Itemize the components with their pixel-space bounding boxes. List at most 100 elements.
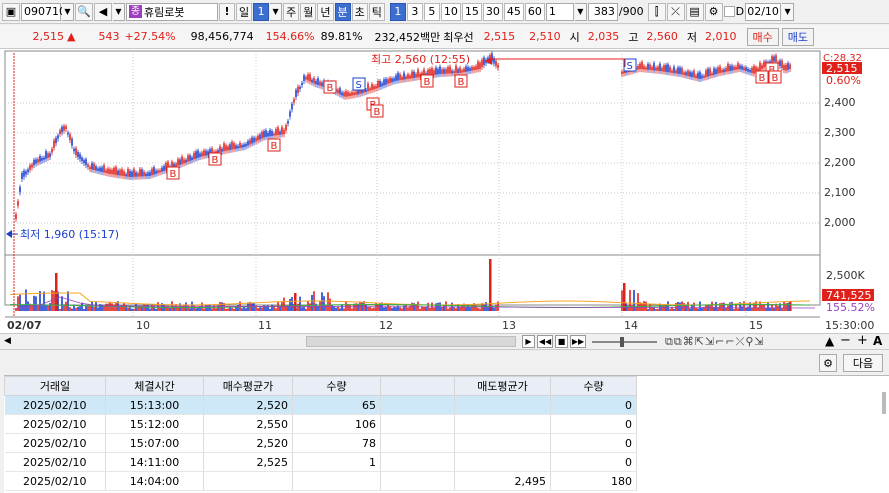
header-buy-avg[interactable]: 매수평균가 xyxy=(203,376,293,396)
candle-body xyxy=(681,68,683,75)
table-row[interactable]: 2025/02/10 14:11:00 2,525 1 0 xyxy=(4,452,882,472)
volume-bar xyxy=(679,302,681,311)
volume-bar xyxy=(195,308,197,311)
date-dropdown[interactable]: ▼ xyxy=(782,2,795,21)
volume-bar xyxy=(323,296,325,311)
header-sell-avg[interactable]: 매도평균가 xyxy=(454,376,551,396)
candle-body xyxy=(657,66,659,71)
volume-bar xyxy=(467,304,469,311)
alert-button[interactable]: ! xyxy=(219,2,235,21)
volume-bar xyxy=(637,293,639,311)
candle-body xyxy=(417,69,419,78)
sell-button[interactable]: 매도 xyxy=(781,27,815,46)
scroll-left-icon[interactable]: ◀ xyxy=(4,336,11,346)
volume-bar xyxy=(419,308,421,311)
period-count-dropdown[interactable]: ▼ xyxy=(270,2,283,21)
candle-body xyxy=(91,163,93,170)
minute-45-button[interactable]: 45 xyxy=(503,2,524,21)
save-icon[interactable]: ▤ xyxy=(685,2,704,21)
header-trade-date[interactable]: 거래일 xyxy=(4,376,106,396)
buy-button[interactable]: 매수 xyxy=(746,27,779,46)
zoom-out-button[interactable]: − xyxy=(840,333,851,348)
period-second-button[interactable]: 초 xyxy=(351,2,368,21)
minute-30-button[interactable]: 30 xyxy=(482,2,503,21)
collapse-icon[interactable]: ▲ xyxy=(825,334,834,348)
candle-body xyxy=(675,70,677,74)
candle-body xyxy=(665,64,667,72)
header-exec-time[interactable]: 체결시간 xyxy=(105,376,204,396)
settings-gear-icon[interactable]: ⚙ xyxy=(819,354,837,372)
volume-bar xyxy=(391,308,393,311)
table-row[interactable]: 2025/02/10 15:07:00 2,520 78 0 xyxy=(4,433,882,453)
stock-name-field[interactable]: 종 휴림로봇 xyxy=(126,2,218,21)
period-count[interactable]: 1 xyxy=(253,2,270,21)
stock-code-dropdown[interactable]: ▼ xyxy=(62,2,74,21)
header-blank xyxy=(380,376,455,396)
candle-body xyxy=(401,77,403,80)
volume-bar xyxy=(311,294,313,311)
volume-bar xyxy=(681,301,683,311)
speaker-dropdown[interactable]: ▼ xyxy=(113,2,125,21)
period-month-button[interactable]: 월 xyxy=(300,2,317,21)
minute-1-button[interactable]: 1 xyxy=(389,2,406,21)
interval-dropdown[interactable]: ▼ xyxy=(574,2,587,21)
buy-marker-label: B xyxy=(271,141,278,152)
minute-10-button[interactable]: 10 xyxy=(440,2,461,21)
volume-tick-2500k: 2,500K xyxy=(826,269,865,282)
candle-type-icon[interactable]: ⫿ xyxy=(647,2,666,21)
period-tick-button[interactable]: 틱 xyxy=(368,2,385,21)
drawing-tools-icon[interactable]: ⧉⧉⌘⇱⇲⌐⌐⤫⚲⇲ xyxy=(665,335,765,349)
candle-body xyxy=(117,170,119,176)
speed-slider[interactable] xyxy=(592,341,657,343)
volume-bar xyxy=(275,308,277,311)
table-row[interactable]: 2025/02/10 15:13:00 2,520 65 0 xyxy=(4,395,882,415)
minute-3-button[interactable]: 3 xyxy=(406,2,423,21)
date-checkbox[interactable] xyxy=(723,6,735,17)
candle-body xyxy=(759,62,761,71)
candle-body xyxy=(149,172,151,176)
play-right-icon[interactable]: ▶ xyxy=(522,335,535,348)
search-icon[interactable]: 🔍 xyxy=(75,2,93,21)
volume-bar xyxy=(233,308,235,311)
candle-body xyxy=(59,130,61,134)
header-buy-qty[interactable]: 수량 xyxy=(292,376,381,396)
table-row[interactable]: 2025/02/10 14:04:00 2,495 180 xyxy=(4,471,882,491)
volume-bar xyxy=(387,304,389,311)
count-input[interactable]: 383 xyxy=(587,2,618,21)
header-sell-qty[interactable]: 수량 xyxy=(550,376,637,396)
candle-body xyxy=(431,68,433,76)
indicator-icon[interactable]: ⤫ xyxy=(666,2,685,21)
forward-icon[interactable]: ▶▶ xyxy=(570,335,586,348)
stop-icon[interactable]: ■ xyxy=(555,335,568,348)
minute-15-button[interactable]: 15 xyxy=(461,2,482,21)
minute-5-button[interactable]: 5 xyxy=(423,2,440,21)
speaker-icon[interactable]: ◀ xyxy=(94,2,112,21)
cell-time: 15:13:00 xyxy=(105,395,204,415)
date-input[interactable]: 02/10 xyxy=(745,2,782,21)
next-button[interactable]: 다음 xyxy=(843,354,883,372)
candle-body xyxy=(479,62,481,69)
interval-select[interactable]: 1 xyxy=(545,2,574,21)
period-minute-button[interactable]: 분 xyxy=(334,2,351,21)
period-week-button[interactable]: 주 xyxy=(283,2,300,21)
candle-body xyxy=(233,143,235,150)
price-chart[interactable]: BBBBBBBBBBBSS 최고 2,560 (12:55) 최저 1,960 … xyxy=(0,49,889,333)
stock-code-input[interactable]: 090710 xyxy=(21,2,66,21)
zoom-in-button[interactable]: + xyxy=(857,333,868,348)
period-year-button[interactable]: 년 xyxy=(317,2,334,21)
scroll-thumb[interactable] xyxy=(306,336,516,347)
window-icon[interactable]: ▣ xyxy=(2,2,20,21)
rewind-icon[interactable]: ◀◀ xyxy=(537,335,553,348)
candle-body xyxy=(683,72,685,75)
period-day-button[interactable]: 일 xyxy=(236,2,253,21)
gear-icon[interactable]: ⚙ xyxy=(704,2,723,21)
chart-scrollbar[interactable]: ◀ ▶ ◀◀ ■ ▶▶ ⧉⧉⌘⇱⇲⌐⌐⤫⚲⇲ ▲ − + A xyxy=(0,333,889,350)
volume-bar xyxy=(743,301,745,311)
table-scrollbar[interactable] xyxy=(882,392,886,414)
volume-bar xyxy=(211,308,213,311)
speed-slider-handle[interactable] xyxy=(620,337,624,347)
candle-body xyxy=(763,61,765,68)
auto-scale-button[interactable]: A xyxy=(873,334,882,348)
minute-60-button[interactable]: 60 xyxy=(524,2,545,21)
table-row[interactable]: 2025/02/10 15:12:00 2,550 106 0 xyxy=(4,414,882,434)
